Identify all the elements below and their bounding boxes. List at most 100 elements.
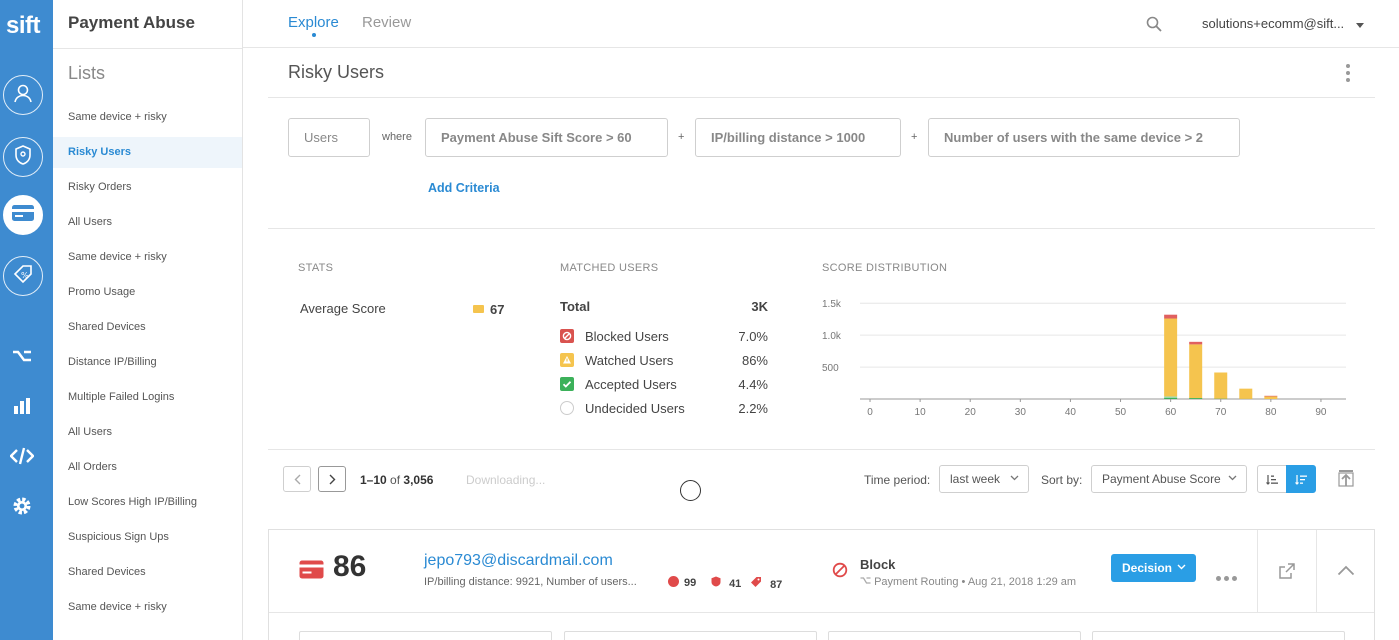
- sort-ascending-icon: [1265, 474, 1278, 485]
- detail-field[interactable]: [299, 631, 552, 640]
- matched-row-label: Accepted Users: [585, 377, 677, 392]
- time-period-select[interactable]: last week: [939, 465, 1029, 493]
- active-tab-indicator: [312, 33, 316, 37]
- sidebar-list-item[interactable]: Suspicious Sign Ups: [53, 522, 242, 553]
- y-tick-label: 500: [822, 363, 839, 374]
- chart-bar-segment: [1264, 395, 1278, 397]
- bar-chart-icon[interactable]: [10, 394, 34, 418]
- sidebar-list-item[interactable]: Multiple Failed Logins: [53, 382, 242, 413]
- tab-explore[interactable]: Explore: [288, 14, 339, 31]
- sidebar-list-item[interactable]: All Users: [53, 207, 242, 238]
- matched-total-value: 3K: [751, 299, 768, 314]
- next-page-button[interactable]: [318, 466, 346, 492]
- matched-row-blocked: Blocked Users 7.0%: [560, 327, 770, 347]
- chevron-up-icon[interactable]: [1337, 563, 1355, 581]
- matched-row-accepted: Accepted Users 4.4%: [560, 375, 770, 395]
- chart-bar-segment: [1164, 397, 1178, 399]
- users-nav-button[interactable]: [3, 75, 43, 115]
- page-of-label: of: [390, 473, 401, 487]
- app-root: sift % Payment Abuse Lists Same device +…: [0, 0, 1399, 640]
- sidebar-list-item[interactable]: Shared Devices: [53, 557, 242, 588]
- decision-button[interactable]: Decision: [1111, 554, 1196, 582]
- sidebar-list-item[interactable]: Same device + risky: [53, 592, 242, 623]
- chart-bar-segment: [1164, 314, 1178, 319]
- x-tick-label: 40: [1065, 407, 1077, 418]
- chart-bar-segment: [1189, 341, 1203, 345]
- x-tick-label: 90: [1315, 407, 1327, 418]
- tab-review[interactable]: Review: [362, 14, 411, 31]
- where-label: where: [382, 131, 412, 143]
- sidebar-list-item[interactable]: Low Scores High IP/Billing: [53, 487, 242, 518]
- criteria-ip-billing[interactable]: IP/billing distance > 1000: [695, 118, 901, 157]
- sort-by-value: Payment Abuse Score: [1102, 472, 1221, 486]
- user-email-link[interactable]: jepo793@discardmail.com: [424, 552, 613, 570]
- svg-text:%: %: [21, 271, 29, 280]
- tag-badge-icon: [750, 577, 765, 591]
- matched-total-label: Total: [560, 299, 591, 314]
- payment-abuse-nav-button[interactable]: [3, 195, 43, 235]
- user-menu[interactable]: solutions+ecomm@sift...: [1202, 16, 1364, 31]
- y-tick-label: 1.5k: [822, 299, 842, 310]
- user-badge-icon: [668, 576, 679, 587]
- sift-logo[interactable]: sift: [6, 12, 41, 40]
- score-distribution-heading: SCORE DISTRIBUTION: [822, 262, 948, 274]
- sidebar-list-item[interactable]: Risky Orders: [53, 172, 242, 203]
- credit-card-icon: [299, 560, 324, 584]
- chart-bar-segment: [1189, 398, 1203, 399]
- sidebar-list-item[interactable]: Shared Devices: [53, 312, 242, 343]
- promo-abuse-nav-button[interactable]: %: [3, 256, 43, 296]
- sidebar-list-item[interactable]: Same device + risky: [53, 102, 242, 133]
- search-icon[interactable]: [1146, 16, 1162, 37]
- stats-heading: STATS: [298, 262, 334, 274]
- more-actions-icon[interactable]: [1216, 568, 1240, 586]
- chart-bar-segment: [1239, 388, 1253, 399]
- detail-field[interactable]: [828, 631, 1081, 640]
- account-score-badge: 99: [668, 576, 696, 589]
- sort-ascending-button[interactable]: [1257, 465, 1287, 493]
- chart-bar-segment: [1164, 396, 1178, 398]
- prev-page-button[interactable]: [283, 466, 311, 492]
- export-icon[interactable]: [1338, 469, 1354, 492]
- sidebar-list-item[interactable]: Same device + risky: [53, 242, 242, 273]
- shield-badge-icon: [711, 576, 724, 590]
- criteria-same-device[interactable]: Number of users with the same device > 2: [928, 118, 1240, 157]
- top-nav: Explore Review solutions+ecomm@sift...: [243, 0, 1399, 48]
- sidebar-list-item[interactable]: Risky Users: [53, 137, 242, 168]
- matched-row-value: 2.2%: [738, 401, 768, 416]
- defense-score-badge: 41: [711, 576, 741, 590]
- entity-select[interactable]: Users: [288, 118, 370, 157]
- blocked-icon: [560, 329, 574, 343]
- score-distribution-chart: 1.5k 1.0k 500 0 10 20 30 40 50 60 70 80 90: [822, 299, 1346, 418]
- chevron-down-icon: [1355, 16, 1364, 31]
- detail-field[interactable]: [564, 631, 817, 640]
- query-divider: [268, 228, 1375, 229]
- sort-by-select[interactable]: Payment Abuse Score: [1091, 465, 1247, 493]
- gear-icon[interactable]: [10, 494, 34, 518]
- detail-field[interactable]: [1092, 631, 1345, 640]
- sidebar-list-item[interactable]: Promo Usage: [53, 277, 242, 308]
- card-divider: [1257, 530, 1258, 612]
- user-result-card[interactable]: 86 jepo793@discardmail.com IP/billing di…: [268, 529, 1375, 640]
- sort-descending-button[interactable]: [1286, 465, 1316, 493]
- routing-icon: [860, 576, 874, 588]
- sort-descending-icon: [1294, 474, 1307, 485]
- matched-row-value: 4.4%: [738, 377, 768, 392]
- code-icon[interactable]: [10, 444, 34, 468]
- downloading-status: Downloading...: [466, 473, 546, 487]
- matched-row-label: Undecided Users: [585, 401, 685, 416]
- workflow-icon[interactable]: [10, 344, 34, 368]
- add-criteria-link[interactable]: Add Criteria: [428, 181, 500, 195]
- sidebar-list-item[interactable]: All Users: [53, 417, 242, 448]
- lists-heading: Lists: [68, 63, 106, 83]
- criteria-sift-score[interactable]: Payment Abuse Sift Score > 60: [425, 118, 668, 157]
- sidebar-list-item[interactable]: All Orders: [53, 452, 242, 483]
- credit-card-icon: [473, 305, 484, 313]
- matched-row-value: 86%: [741, 353, 768, 368]
- open-external-icon[interactable]: [1279, 563, 1295, 584]
- page-menu-icon[interactable]: [1343, 64, 1353, 84]
- chevron-left-icon: [294, 474, 300, 484]
- check-icon: [560, 377, 574, 391]
- matched-users-heading: MATCHED USERS: [560, 262, 659, 274]
- account-defense-nav-button[interactable]: [3, 137, 43, 177]
- sidebar-list-item[interactable]: Distance IP/Billing: [53, 347, 242, 378]
